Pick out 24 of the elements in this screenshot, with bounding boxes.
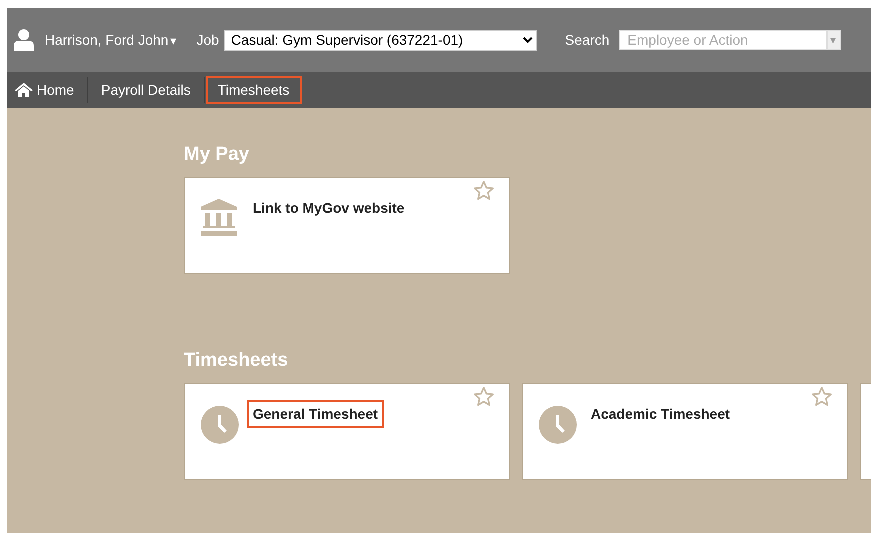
tile-card[interactable]: General Timesheet: [184, 383, 510, 480]
job-select[interactable]: Casual: Gym Supervisor (637221-01): [224, 30, 538, 50]
star-icon[interactable]: [811, 386, 833, 408]
tile-title[interactable]: Academic Timesheet: [585, 400, 736, 428]
user-name-menu[interactable]: Harrison, Ford John▾: [45, 32, 177, 48]
section-heading: Timesheets: [184, 350, 290, 372]
search-field[interactable]: Employee or Action: [618, 30, 827, 50]
search-label: Search: [565, 32, 610, 48]
job-label: Job: [196, 32, 220, 48]
tile-card[interactable]: Link to MyGov website: [184, 177, 510, 274]
star-icon[interactable]: [473, 180, 495, 202]
tile-title[interactable]: Link to MyGov website: [247, 194, 411, 222]
bank-icon: [199, 198, 239, 238]
section-heading: My Pay: [184, 144, 250, 166]
home-icon: [15, 83, 33, 97]
nav-link[interactable]: Payroll Details: [89, 76, 203, 104]
star-icon[interactable]: [473, 386, 495, 408]
clock-icon: [201, 406, 239, 444]
tile-title[interactable]: General Timesheet: [247, 400, 384, 428]
user-icon: [14, 29, 34, 51]
nav-link[interactable]: Home: [8, 76, 86, 104]
clock-icon: [539, 406, 577, 444]
nav-link[interactable]: Timesheets: [206, 76, 302, 104]
tile-card[interactable]: Academic Timesheet: [522, 383, 848, 480]
